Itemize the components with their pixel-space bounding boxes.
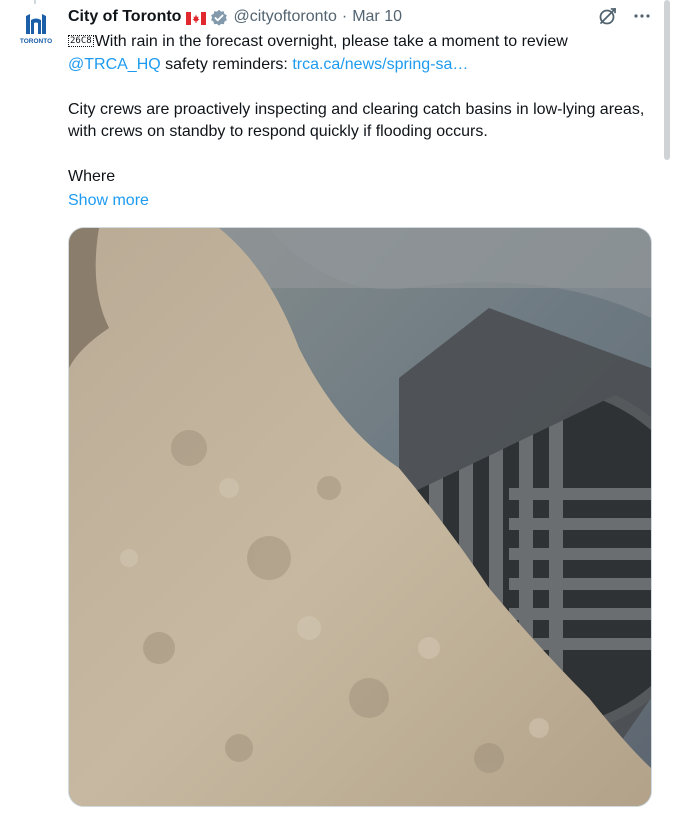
canada-flag-icon	[186, 11, 207, 25]
author-handle[interactable]: @cityoftoronto	[233, 8, 336, 26]
storm-drain-photo	[69, 228, 651, 806]
tweet-text: 26C8 With rain in the forecast overnight,…	[68, 31, 658, 189]
thread-connector-line	[34, 0, 36, 4]
author-name[interactable]: City of Toronto	[68, 8, 181, 26]
url-link[interactable]: trca.ca/news/spring-sa…	[292, 56, 468, 73]
verified-badge-icon	[210, 9, 228, 27]
tweet-line-1-text: With rain in the forecast overnight, ple…	[94, 33, 568, 50]
more-options-icon[interactable]	[632, 6, 652, 31]
tweet-line-2: @TRCA_HQ safety reminders: trca.ca/news/…	[68, 54, 658, 77]
tweet-body[interactable]: City of Toronto @cityoftoronto · Mar 10	[68, 4, 658, 212]
missing-emoji-glyph: 26C8	[68, 35, 94, 47]
tweet-header: City of Toronto @cityoftoronto · Mar 10	[68, 4, 658, 30]
tweet-paragraph-3: Where	[68, 168, 116, 185]
scrollbar[interactable]	[664, 0, 670, 160]
mention-link[interactable]: @TRCA_HQ	[68, 56, 161, 73]
show-more-link[interactable]: Show more	[68, 189, 658, 212]
toronto-logo-icon: TORONTO	[16, 6, 56, 46]
avatar[interactable]: TORONTO	[16, 6, 56, 46]
meta-separator: ·	[341, 8, 348, 25]
grok-icon[interactable]	[598, 6, 618, 31]
svg-text:TORONTO: TORONTO	[20, 38, 52, 45]
tweet-date[interactable]: Mar 10	[352, 8, 402, 26]
tweet-media-photo[interactable]	[68, 227, 652, 807]
tweet-line-2-text: safety reminders:	[160, 55, 293, 73]
tweet-paragraph-2: City crews are proactively inspecting an…	[68, 100, 645, 141]
tweet-line-1: 26C8 With rain in the forecast overnight,…	[68, 31, 658, 54]
